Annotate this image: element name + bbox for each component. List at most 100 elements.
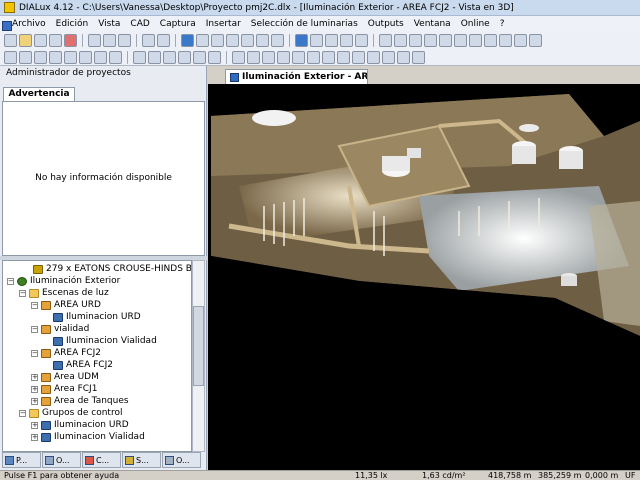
pdf-icon[interactable] — [64, 33, 77, 47]
point-icon[interactable] — [292, 50, 305, 64]
tree-item[interactable]: + Iluminacion Vialidad — [31, 431, 145, 443]
circle-array-icon[interactable] — [412, 50, 425, 64]
collapse-icon[interactable]: − — [31, 349, 38, 357]
eye-icon[interactable] — [163, 50, 176, 64]
menu-seleccion-luminarias[interactable]: Selección de luminarias — [246, 19, 363, 29]
select-icon[interactable] — [4, 50, 17, 64]
snap-icon[interactable] — [262, 50, 275, 64]
tab-outputs[interactable]: O... — [162, 452, 201, 468]
tree-item[interactable]: + Area UDM — [31, 371, 99, 383]
tab-objects[interactable]: O... — [42, 452, 81, 468]
cut-icon[interactable] — [88, 33, 101, 47]
tree-scroll-thumb[interactable] — [193, 306, 204, 386]
menu-outputs[interactable]: Outputs — [363, 19, 409, 29]
room-icon[interactable] — [181, 33, 194, 47]
menu-online[interactable]: Online — [456, 19, 495, 29]
tab-project[interactable]: P... — [2, 452, 41, 468]
menu-vista[interactable]: Vista — [93, 19, 125, 29]
collapse-icon[interactable]: − — [31, 325, 38, 333]
expand-icon[interactable]: + — [31, 433, 38, 441]
collapse-icon[interactable]: − — [19, 289, 26, 297]
paste-icon[interactable] — [118, 33, 131, 47]
tree-item[interactable]: − Escenas de luz — [19, 287, 109, 299]
collapse-icon[interactable]: − — [19, 409, 26, 417]
tree-item[interactable]: + Area de Tanques — [31, 395, 129, 407]
grid-icon[interactable] — [484, 33, 497, 47]
layers-icon[interactable] — [247, 50, 260, 64]
tree-item[interactable]: + Area FCJ1 — [31, 383, 97, 395]
street-icon[interactable] — [211, 33, 224, 47]
menu-insertar[interactable]: Insertar — [201, 19, 246, 29]
render-icon[interactable] — [379, 33, 392, 47]
3d-viewport[interactable] — [209, 86, 640, 471]
false-colors-icon[interactable] — [409, 33, 422, 47]
zoom-icon[interactable] — [208, 50, 221, 64]
copy-along-line-icon[interactable] — [382, 50, 395, 64]
tree-item[interactable]: + Iluminacion URD — [31, 419, 129, 431]
tree-item[interactable]: AREA FCJ2 — [53, 359, 113, 371]
furniture-icon[interactable] — [271, 33, 284, 47]
collapse-icon[interactable]: − — [7, 277, 14, 285]
orbit-icon[interactable] — [178, 50, 191, 64]
expand-icon[interactable]: + — [31, 421, 38, 429]
tree-item[interactable]: − Iluminación Exterior — [7, 275, 120, 287]
redo-icon[interactable] — [157, 33, 170, 47]
zoom-window-icon[interactable] — [109, 50, 122, 64]
view-3d-icon[interactable] — [295, 33, 308, 47]
menu-help[interactable]: ? — [495, 19, 510, 29]
import-icon[interactable] — [241, 33, 254, 47]
calculate-icon[interactable] — [394, 33, 407, 47]
more-icon[interactable] — [529, 33, 542, 47]
expand-icon[interactable]: + — [31, 385, 38, 393]
camera-icon[interactable] — [439, 33, 452, 47]
wizard-icon[interactable] — [226, 33, 239, 47]
tab-colors[interactable]: C... — [82, 452, 121, 468]
new-project-icon[interactable] — [4, 33, 17, 47]
luminaire-icon[interactable] — [256, 33, 269, 47]
window-icon[interactable] — [514, 33, 527, 47]
light-icon[interactable] — [277, 50, 290, 64]
exterior-icon[interactable] — [196, 33, 209, 47]
globe-icon[interactable] — [454, 33, 467, 47]
aim-icon[interactable] — [148, 50, 161, 64]
arrange-icon[interactable] — [337, 50, 350, 64]
mirror-icon[interactable] — [367, 50, 380, 64]
view-wire-icon[interactable] — [355, 33, 368, 47]
surface-icon[interactable] — [232, 50, 245, 64]
undo-icon[interactable] — [142, 33, 155, 47]
tree-item[interactable]: − Grupos de control — [19, 407, 122, 419]
menu-captura[interactable]: Captura — [155, 19, 201, 29]
select-luminaire-icon[interactable] — [49, 50, 62, 64]
document-tab[interactable]: Iluminación Exterior - AREA FC... — [225, 69, 368, 84]
print-icon[interactable] — [49, 33, 62, 47]
tree-item[interactable]: 279 x EATONS CROUSE-HINDS BUSINE — [33, 263, 191, 275]
view-side-icon[interactable] — [340, 33, 353, 47]
measure-icon[interactable] — [133, 50, 146, 64]
pencil-icon[interactable] — [424, 33, 437, 47]
tab-advertencia[interactable]: Advertencia — [3, 87, 75, 101]
tree-item[interactable]: − AREA FCJ2 — [31, 347, 101, 359]
menu-ventana[interactable]: Ventana — [409, 19, 456, 29]
tree-item[interactable]: Iluminacion Vialidad — [53, 335, 157, 347]
move-icon[interactable] — [34, 50, 47, 64]
align-icon[interactable] — [352, 50, 365, 64]
select-surface-icon[interactable] — [94, 50, 107, 64]
tree-item[interactable]: Iluminacion URD — [53, 311, 141, 323]
line-icon[interactable] — [307, 50, 320, 64]
select-object-icon[interactable] — [64, 50, 77, 64]
expand-icon[interactable]: + — [31, 397, 38, 405]
collapse-icon[interactable]: − — [31, 301, 38, 309]
view-plan-icon[interactable] — [310, 33, 323, 47]
select-area-icon[interactable] — [79, 50, 92, 64]
array-icon[interactable] — [397, 50, 410, 64]
list-icon[interactable] — [499, 33, 512, 47]
view-front-icon[interactable] — [325, 33, 338, 47]
rotate-icon[interactable] — [19, 50, 32, 64]
menu-archivo[interactable]: Archivo — [2, 19, 51, 31]
tab-selection[interactable]: S... — [122, 452, 161, 468]
menu-edicion[interactable]: Edición — [51, 19, 94, 29]
menu-cad[interactable]: CAD — [125, 19, 154, 29]
open-icon[interactable] — [19, 33, 32, 47]
settings-icon[interactable] — [469, 33, 482, 47]
field-icon[interactable] — [322, 50, 335, 64]
